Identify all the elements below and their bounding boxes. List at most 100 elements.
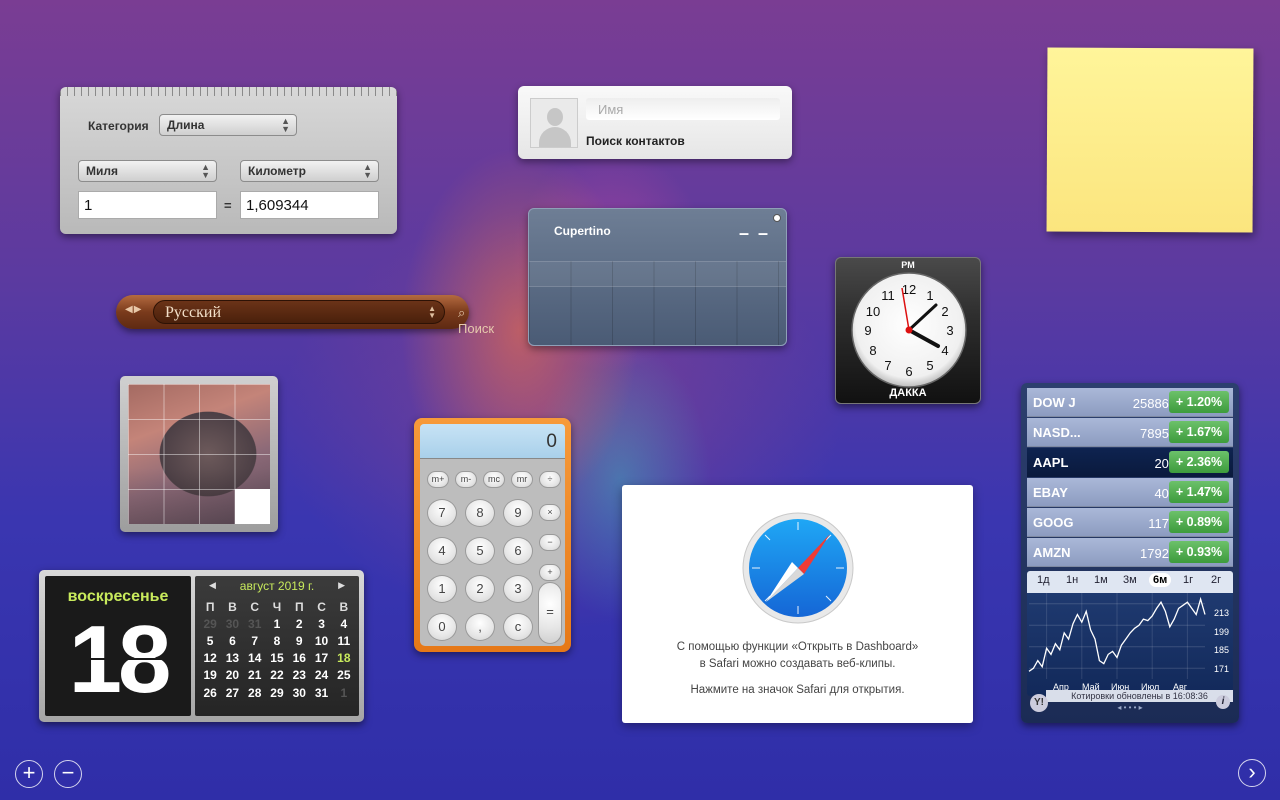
stock-row-selected[interactable]: AAPL 206.5 + 2.36% [1027, 448, 1233, 477]
digit-9-button[interactable]: 9 [503, 499, 533, 527]
promo-text-line-1: С помощью функции «Открыть в Dashboard» [676, 641, 919, 653]
memory-recall-button[interactable]: mr [511, 471, 533, 488]
calendar-day: 27 [225, 685, 240, 700]
stock-symbol: GOOG [1033, 515, 1074, 530]
quotes-updated-text: Котировки обновлены в 16:08:36 [1046, 690, 1233, 702]
weather-widget[interactable]: Cupertino – – [528, 208, 787, 346]
digit-0-button[interactable]: 0 [427, 613, 457, 641]
unit-converter-widget: Категория Длина ▲ ▼ Миля ▲ ▼ Километр ▲ ▼ 1… [60, 87, 397, 234]
y-tick-label: 199 [1213, 627, 1229, 637]
stock-change-badge[interactable]: + 0.93% [1169, 541, 1229, 563]
plus-button[interactable]: + [539, 564, 561, 581]
clock-numeral: 12 [902, 282, 916, 297]
decimal-button[interactable]: , [465, 613, 495, 641]
day-panel[interactable]: воскресенье 18 [45, 576, 191, 716]
stock-chart: 1д 1н 1м 3м 6м 1г 2г 213 199 185 171 Апр… [1027, 571, 1233, 696]
stock-change-badge[interactable]: + 1.47% [1169, 481, 1229, 503]
info-toggle-icon[interactable] [773, 214, 781, 222]
memory-clear-button[interactable]: mc [483, 471, 505, 488]
digit-8-button[interactable]: 8 [465, 499, 495, 527]
stock-row[interactable]: NASD... 7895.99 + 1.67% [1027, 418, 1233, 447]
calendar-day: 13 [225, 651, 240, 666]
calendar-widget: воскресенье 18 ◀ август 2019 г. ▶ П В С … [39, 570, 364, 722]
stock-row[interactable]: GOOG 1177.6 + 0.89% [1027, 508, 1233, 537]
clear-button[interactable]: c [503, 613, 533, 641]
calculator-widget: 0 m+ m- mc mr ÷ 7 8 9 × 4 5 6 − 1 2 3 + … [414, 418, 571, 652]
clock-city: ДАККА [889, 387, 927, 399]
digit-1-button[interactable]: 1 [427, 575, 457, 603]
clock-numeral: 7 [884, 358, 891, 373]
calendar-day: 12 [203, 651, 217, 666]
divide-button[interactable]: ÷ [539, 471, 561, 488]
stock-row[interactable]: AMZN 1792.57 + 0.93% [1027, 538, 1233, 567]
weekday-header: С [250, 599, 260, 614]
world-clock-widget[interactable]: PM 12 1 2 3 4 5 6 7 8 9 10 11 ДАККА [835, 257, 981, 404]
calendar-day: 29 [270, 685, 284, 700]
contact-name-input[interactable]: Имя [586, 98, 780, 120]
stock-change-badge[interactable]: + 0.89% [1169, 511, 1229, 533]
calendar-day: 24 [314, 668, 329, 683]
calendar-day: 3 [318, 616, 325, 631]
swap-arrows-icon[interactable]: ◀▶ [125, 304, 142, 315]
translator-search-field[interactable]: ⌕ Поиск [458, 305, 494, 336]
digit-6-button[interactable]: 6 [503, 537, 533, 565]
clock-numeral: 9 [864, 323, 871, 338]
calendar-day: 17 [314, 651, 329, 666]
y-tick-label: 213 [1213, 608, 1229, 618]
minus-button[interactable]: − [539, 534, 561, 551]
weather-city: Cupertino [554, 224, 611, 238]
digit-3-button[interactable]: 3 [503, 575, 533, 603]
remove-widget-button[interactable]: − [54, 760, 82, 788]
calendar-day: 15 [270, 651, 284, 666]
calendar-day: 10 [314, 633, 329, 648]
next-space-button[interactable]: › [1238, 759, 1266, 787]
clock-numeral: 6 [905, 364, 912, 379]
clock-numeral: 3 [946, 323, 953, 338]
weekday-name: воскресенье [67, 588, 169, 605]
tile-puzzle-widget[interactable] [120, 376, 278, 532]
digit-2-button[interactable]: 2 [465, 575, 495, 603]
stock-change-badge[interactable]: + 2.36% [1169, 451, 1229, 473]
calendar-day: 9 [295, 633, 303, 648]
sticky-note-widget[interactable] [1046, 47, 1254, 233]
digit-5-button[interactable]: 5 [465, 537, 495, 565]
safari-compass-icon[interactable] [742, 512, 854, 624]
calendar-day: 1 [340, 685, 348, 700]
to-unit-select[interactable]: Километр ▲ ▼ [240, 160, 379, 182]
person-body-icon [539, 127, 571, 147]
digit-7-button[interactable]: 7 [427, 499, 457, 527]
calendar-day: 19 [203, 668, 217, 683]
equals-button[interactable]: = [538, 582, 562, 644]
from-unit-select[interactable]: Миля ▲ ▼ [78, 160, 217, 182]
next-month-arrow-icon[interactable]: ▶ [338, 580, 345, 591]
language-value: Русский [165, 304, 221, 321]
add-widget-button[interactable]: + [15, 760, 43, 788]
stock-line-plot [1028, 593, 1206, 679]
stock-change-badge[interactable]: + 1.67% [1169, 421, 1229, 443]
category-value: Длина [167, 118, 205, 132]
clock-numeral: 2 [941, 304, 948, 319]
multiply-button[interactable]: × [539, 504, 561, 521]
chevron-updown-icon: ▲ ▼ [201, 162, 210, 180]
promo-text-line-2: в Safari можно создавать веб-клипы. [699, 658, 896, 670]
memory-subtract-button[interactable]: m- [455, 471, 477, 488]
to-value-input[interactable]: 1,609344 [240, 191, 379, 219]
translator-widget: ◀▶ Русский ▲ ▼ ⌕ Поиск [116, 295, 494, 336]
language-select[interactable]: Русский ▲ ▼ [153, 300, 445, 324]
stock-row[interactable]: EBAY 40.02 + 1.47% [1027, 478, 1233, 507]
calendar-day: 30 [225, 616, 240, 631]
stocks-pager[interactable]: ◂ • • • ▸ [1021, 703, 1239, 712]
forecast-grid [529, 261, 786, 345]
digit-4-button[interactable]: 4 [427, 537, 457, 565]
category-label: Категория [88, 119, 149, 133]
stock-row[interactable]: DOW J 25886.01 + 1.20% [1027, 388, 1233, 417]
memory-add-button[interactable]: m+ [427, 471, 449, 488]
safari-webclip-promo[interactable]: С помощью функции «Открыть в Dashboard» … [622, 485, 973, 723]
from-value-input[interactable]: 1 [78, 191, 217, 219]
clock-numeral: 4 [941, 343, 948, 358]
category-select[interactable]: Длина ▲ ▼ [159, 114, 297, 136]
from-unit-value: Миля [86, 164, 118, 178]
stock-change-badge[interactable]: + 1.20% [1169, 391, 1229, 413]
contacts-title: Поиск контактов [586, 134, 685, 148]
clock-numeral: 11 [881, 288, 895, 303]
